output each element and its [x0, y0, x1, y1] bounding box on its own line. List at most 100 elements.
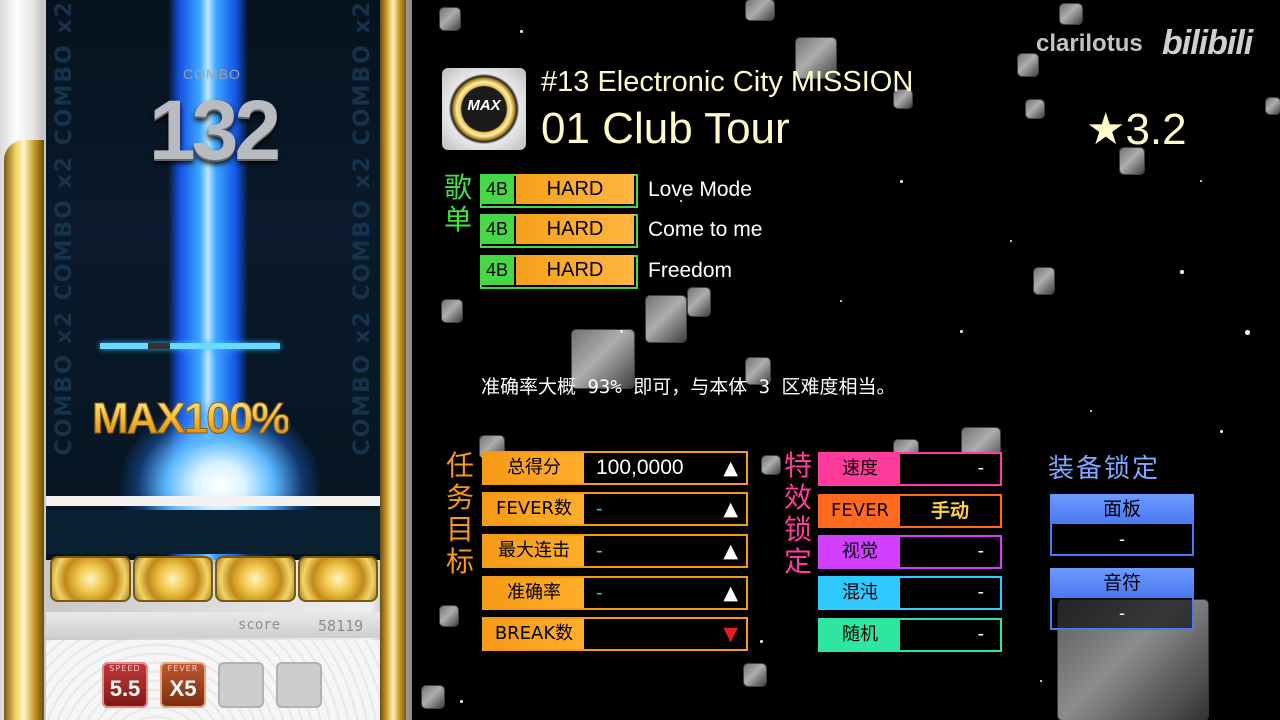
- combo-multiplier-watermark: COMBO x2 COMBO x2 COMBO x2: [350, 0, 375, 456]
- song-name: Come to me: [648, 218, 763, 241]
- uploader-watermark: clarilotus: [1036, 30, 1143, 57]
- thumbnail-decoration: [746, 0, 774, 20]
- thumbnail-decoration: [442, 300, 462, 322]
- effect-value-box: -: [900, 576, 1002, 610]
- thumbnail-decoration: [744, 664, 766, 686]
- long-note-bar-gap: [148, 343, 170, 349]
- speed-item: SPEED 5.5: [102, 662, 148, 708]
- goal-key: FEVER数: [482, 492, 584, 526]
- effect-key: 视觉: [818, 535, 900, 569]
- effect-value: -: [977, 458, 984, 479]
- goal-value: -: [596, 498, 603, 520]
- goal-value: -: [596, 582, 603, 604]
- effect-key: 随机: [818, 618, 900, 652]
- button-mode: 4B: [480, 174, 514, 204]
- equipment-panel-slot: 面板 -: [1050, 494, 1194, 556]
- goal-value: 100,0000: [596, 456, 684, 479]
- difficulty-badge: HARD: [516, 174, 634, 204]
- lane-bottom: [46, 510, 380, 554]
- difficulty-badge: HARD: [516, 214, 634, 244]
- combo-counter: 132: [148, 83, 281, 177]
- song-name: Love Mode: [648, 178, 752, 201]
- gold-side-rail: [4, 140, 44, 720]
- button-mode: 4B: [480, 214, 514, 244]
- score-label: score: [238, 617, 281, 633]
- thumbnail-decoration: [440, 606, 458, 626]
- goal-value-box: 100,0000 ▲: [584, 451, 748, 485]
- score-value: 58119: [318, 617, 364, 635]
- goal-key: 准确率: [482, 576, 584, 610]
- thumbnail-decoration: [422, 686, 444, 708]
- empty-item-slot: [218, 662, 264, 708]
- up-arrow-icon: ▲: [723, 457, 738, 479]
- equipment-note-value: -: [1050, 598, 1194, 630]
- down-arrow-icon: ▼: [723, 623, 738, 645]
- goal-key: BREAK数: [482, 617, 584, 651]
- key-button-2[interactable]: [132, 556, 213, 602]
- goal-key: 最大连击: [482, 534, 584, 568]
- judgement-text: MAX100%: [91, 394, 290, 444]
- difficulty-badge: HARD: [516, 255, 634, 285]
- effect-value-box: -: [900, 452, 1002, 486]
- commentary-note: 准确率大概 93% 即可，与本体 3 区难度相当。: [481, 376, 896, 398]
- thumbnail-decoration: [688, 288, 710, 316]
- item-tray: [46, 640, 380, 720]
- thumbnail-decoration: [762, 456, 780, 474]
- goal-value-box: - ▲: [584, 492, 748, 526]
- empty-item-slot: [276, 662, 322, 708]
- effect-key: 速度: [818, 452, 900, 486]
- difficulty-rating: ★3.2: [1086, 104, 1187, 155]
- rating-value: 3.2: [1125, 105, 1187, 154]
- equipment-note-label: 音符: [1050, 568, 1194, 598]
- thumbnail-decoration: [646, 296, 686, 342]
- effect-value-box: 手动: [900, 494, 1002, 528]
- thumbnail-decoration: [440, 8, 460, 30]
- effect-value: -: [977, 541, 984, 562]
- effect-row: 视觉 -: [818, 535, 1002, 569]
- effect-key: 混沌: [818, 576, 900, 610]
- effect-row: FEVER 手动: [818, 494, 1002, 528]
- mission-goals-label: 任务目标: [445, 449, 474, 578]
- effect-value: -: [977, 624, 984, 645]
- fever-item-caption: FEVER: [167, 664, 199, 673]
- goal-row: 总得分 100,0000 ▲: [482, 451, 748, 485]
- thumbnail-decoration: [1018, 54, 1038, 76]
- combo-multiplier-watermark: COMBO x2 COMBO x2 COMBO x2: [52, 0, 77, 456]
- equipment-panel-label: 面板: [1050, 494, 1194, 524]
- speed-item-value: 5.5: [109, 676, 141, 701]
- effect-lock-label: 特效锁定: [783, 449, 812, 578]
- gold-side-rail: [380, 0, 406, 720]
- key-buttons: [50, 556, 378, 602]
- effect-key: FEVER: [818, 494, 900, 528]
- goal-row: 最大连击 - ▲: [482, 534, 748, 568]
- effect-row: 随机 -: [818, 618, 1002, 652]
- course-title: 01 Club Tour: [541, 104, 790, 153]
- fever-item-value: X5: [169, 676, 197, 701]
- judgement-line: [46, 496, 380, 506]
- goal-row: 准确率 - ▲: [482, 576, 748, 610]
- combo-label: COMBO: [183, 66, 241, 82]
- thumbnail-decoration: [1034, 268, 1054, 294]
- effect-row: 速度 -: [818, 452, 1002, 486]
- fever-item: FEVER X5: [160, 662, 206, 708]
- goal-value-box: - ▲: [584, 576, 748, 610]
- up-arrow-icon: ▲: [723, 540, 738, 562]
- goal-value-box: - ▲: [584, 534, 748, 568]
- key-button-4[interactable]: [297, 556, 378, 602]
- long-note-bar: [100, 343, 280, 349]
- effect-row: 混沌 -: [818, 576, 1002, 610]
- key-button-1[interactable]: [50, 556, 131, 602]
- song-name: Freedom: [648, 259, 733, 282]
- mission-title: #13 Electronic City MISSION: [541, 66, 914, 98]
- star-icon: ★: [1086, 105, 1126, 154]
- equipment-note-slot: 音符 -: [1050, 568, 1194, 630]
- goal-value-box: ▼: [584, 617, 748, 651]
- goal-value: -: [596, 540, 603, 562]
- effect-value-box: -: [900, 618, 1002, 652]
- effect-value: -: [977, 582, 984, 603]
- goal-row: BREAK数 ▼: [482, 617, 748, 651]
- bilibili-logo: bilibili: [1162, 24, 1253, 62]
- key-button-3[interactable]: [215, 556, 296, 602]
- song-list-label: 歌单: [443, 171, 472, 236]
- thumbnail-decoration: [1266, 98, 1280, 114]
